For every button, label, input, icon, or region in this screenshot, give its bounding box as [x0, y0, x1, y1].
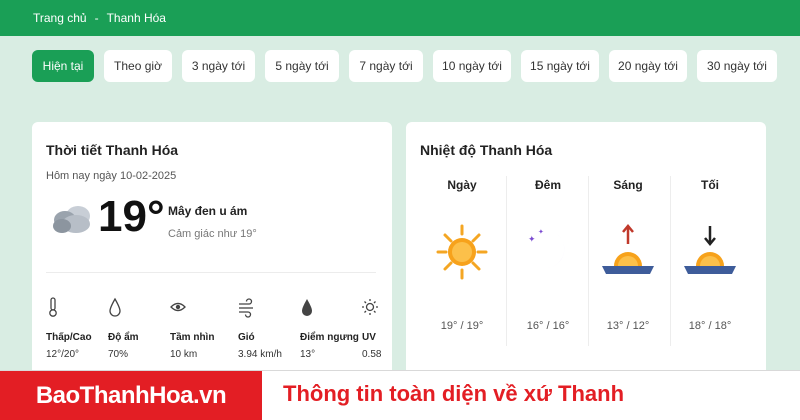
stat-value: 12°/20° — [46, 349, 80, 360]
tab-20-days[interactable]: 20 ngày tới — [609, 50, 687, 82]
uv-icon — [362, 299, 378, 315]
current-date: Hôm nay ngày 10-02-2025 — [46, 170, 177, 182]
tab-3-days[interactable]: 3 ngày tới — [182, 50, 255, 82]
stat-value: 70% — [108, 349, 129, 360]
tab-5-days[interactable]: 5 ngày tới — [265, 50, 339, 82]
weather-condition: Mây đen u ám — [168, 204, 248, 218]
tab-7-days[interactable]: 7 ngày tới — [349, 50, 423, 82]
stat-label: Độ ẩm — [108, 332, 139, 343]
stat-humidity: Độ ẩm 70% — [108, 296, 172, 360]
tab-10-days[interactable]: 10 ngày tới — [433, 50, 511, 82]
eye-icon — [170, 302, 186, 312]
period-name: Sáng — [613, 178, 643, 192]
stat-label: Điểm ngưng — [300, 332, 359, 343]
breadcrumb-home-link[interactable]: Trang chủ — [33, 11, 87, 25]
stat-label: Thấp/Cao — [46, 332, 92, 343]
tab-15-days[interactable]: 15 ngày tới — [521, 50, 599, 82]
breadcrumb-current[interactable]: Thanh Hóa — [107, 11, 166, 25]
droplet-icon — [109, 297, 121, 317]
sun-icon — [436, 224, 488, 280]
tab-30-days[interactable]: 30 ngày tới — [697, 50, 777, 82]
period-name: Tối — [701, 178, 719, 192]
bottom-banner: BaoThanhHoa.vn Thông tin toàn diện về xứ… — [0, 370, 800, 420]
period-temperature: 18° / 18° — [688, 320, 732, 332]
period-name: Ngày — [447, 178, 477, 192]
period-morning: Sáng 13° / 12° — [586, 178, 670, 332]
sunrise-icon — [602, 224, 654, 274]
stat-low-high: Thấp/Cao 12°/20° — [46, 296, 110, 360]
forecast-tabs: Hiện tại Theo giờ 3 ngày tới 5 ngày tới … — [32, 50, 777, 82]
svg-text:✦: ✦ — [528, 235, 536, 245]
stat-value: 10 km — [170, 349, 198, 360]
current-temperature: 19° — [98, 192, 165, 241]
moon-icon: ✦ ✦ — [528, 228, 566, 272]
wind-icon — [239, 298, 253, 318]
breadcrumb: Trang chủ - Thanh Hóa — [0, 0, 800, 36]
stat-wind: Gió 3.94 km/h — [238, 296, 302, 360]
period-night: Đêm ✦ ✦ 16° / 16° — [506, 178, 590, 332]
period-temperature: 16° / 16° — [526, 320, 570, 332]
svg-text:✦: ✦ — [538, 228, 544, 236]
tab-current[interactable]: Hiện tại — [32, 50, 94, 82]
temperature-card: Nhiệt độ Thanh Hóa Ngày 19° / 19° Đêm ✦ … — [406, 122, 766, 384]
tab-hourly[interactable]: Theo giờ — [104, 50, 172, 82]
period-day: Ngày 19° / 19° — [420, 178, 504, 332]
brand-tagline: Thông tin toàn diện về xứ Thanh — [283, 381, 625, 406]
dewpoint-icon — [302, 299, 312, 316]
sunset-icon — [684, 226, 736, 274]
stat-value: 3.94 km/h — [238, 349, 282, 360]
thermometer-icon — [49, 297, 57, 317]
period-temperature: 19° / 19° — [440, 320, 484, 332]
current-weather-card: Thời tiết Thanh Hóa Hôm nay ngày 10-02-2… — [32, 122, 392, 384]
period-temperature: 13° / 12° — [606, 320, 650, 332]
current-weather-title: Thời tiết Thanh Hóa — [46, 142, 179, 158]
brand-logo[interactable]: BaoThanhHoa.vn — [0, 371, 262, 420]
feels-like: Cảm giác như 19° — [168, 228, 257, 240]
stat-label: Tầm nhìn — [170, 332, 215, 343]
stat-value: 13° — [300, 349, 316, 360]
stat-dew-point: Điểm ngưng 13° — [300, 296, 364, 360]
divider — [46, 272, 376, 273]
period-evening: Tối 18° / 18° — [668, 178, 752, 332]
breadcrumb-separator: - — [94, 11, 99, 25]
temperature-title: Nhiệt độ Thanh Hóa — [420, 142, 553, 158]
cloud-icon — [53, 206, 90, 233]
period-name: Đêm — [534, 178, 561, 192]
stat-label: Gió — [238, 332, 255, 343]
stat-visibility: Tầm nhìn 10 km — [170, 296, 234, 360]
